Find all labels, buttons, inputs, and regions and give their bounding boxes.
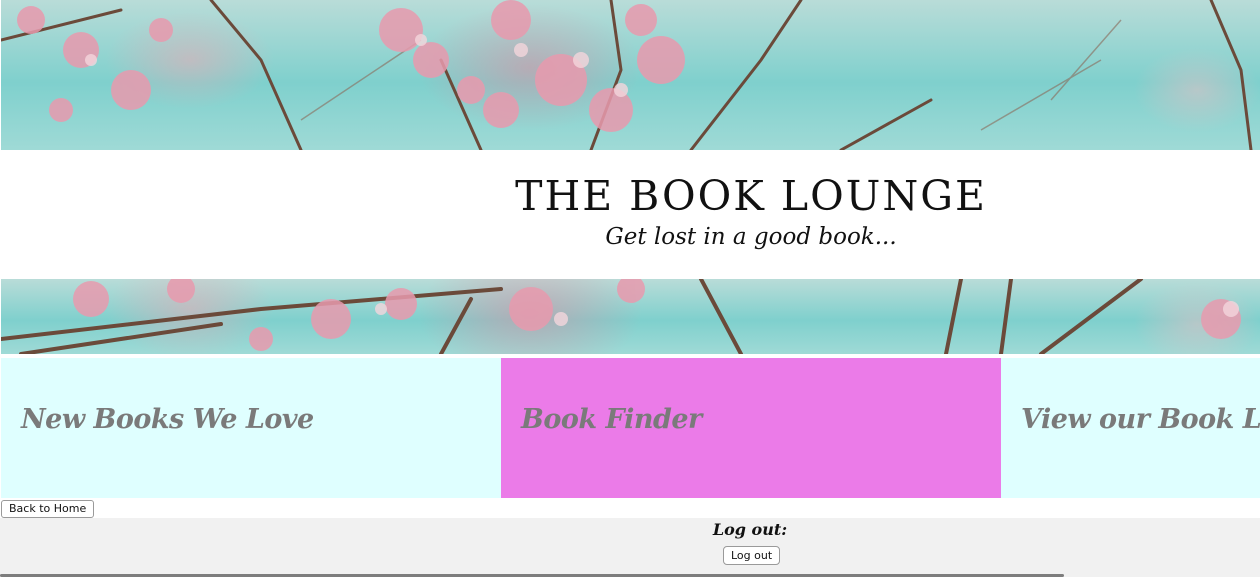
nav-tiles: New Books We Love Book Finder View our B… [0,358,1260,498]
footer: Log out: Log out [0,518,1260,577]
site-title: THE BOOK LOUNGE [515,172,987,220]
site-header: THE BOOK LOUNGE Get lost in a good book.… [0,150,1260,279]
nav-tile-label: New Books We Love [21,404,314,435]
logout-button[interactable]: Log out [723,546,781,565]
back-to-home-button[interactable]: Back to Home [1,500,95,518]
logout-heading: Log out: [712,520,788,539]
nav-tile-label: View our Book Lists [1021,404,1260,435]
nav-tile-new-books[interactable]: New Books We Love [1,358,501,498]
banner-image-top [1,0,1260,150]
cherry-blossom-banner-image [1,279,1241,354]
site-tagline: Get lost in a good book... [605,224,897,250]
page: THE BOOK LOUNGE Get lost in a good book.… [0,0,1260,577]
banner-image-bottom [1,279,1260,354]
nav-tile-book-finder[interactable]: Book Finder [501,358,1001,498]
nav-tile-label: Book Finder [521,404,702,435]
nav-tile-book-lists[interactable]: View our Book Lists [1001,358,1260,498]
cherry-blossom-banner-image [1,0,1253,150]
